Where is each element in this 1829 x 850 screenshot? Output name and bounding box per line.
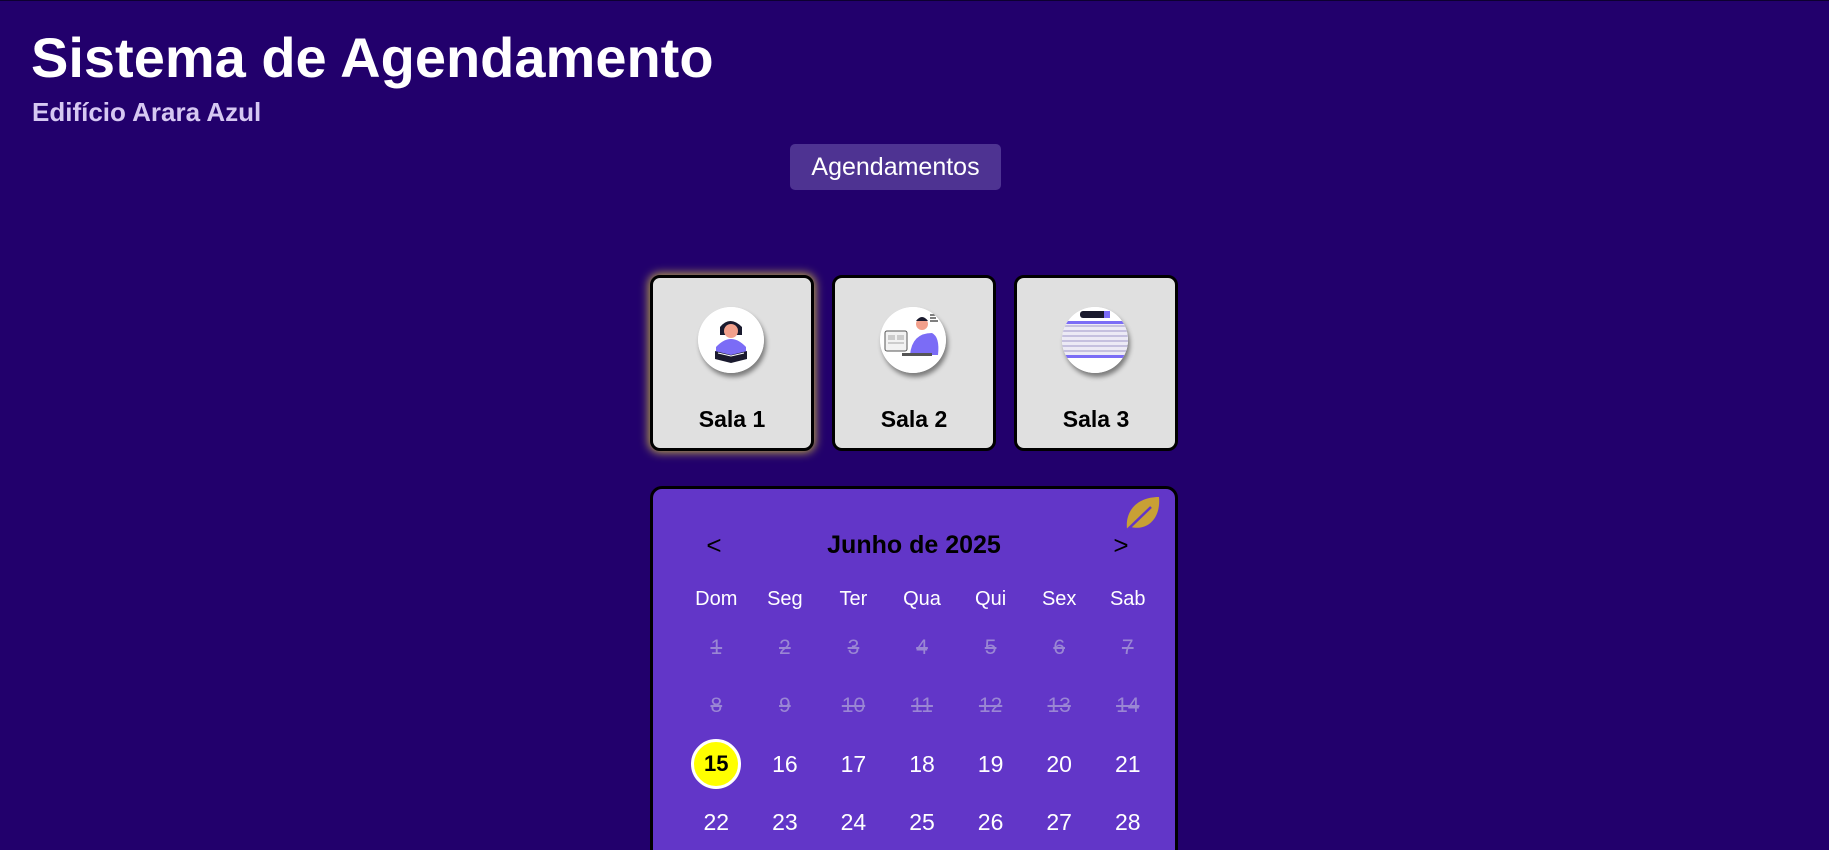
- week-row: 15 16 17 18 19 20 21: [682, 735, 1162, 793]
- day-number: 24: [840, 808, 867, 835]
- room-selector: Sala 1 Sala 2 Sala 3: [650, 275, 1178, 453]
- building-subtitle: Edifício Arara Azul: [32, 97, 262, 127]
- calendar-day[interactable]: 28: [1093, 793, 1162, 850]
- notebook-pen-icon: [1062, 307, 1128, 373]
- calendar-day: 1: [682, 619, 751, 677]
- room-label: Sala 1: [698, 406, 766, 432]
- day-number: 16: [772, 750, 798, 777]
- day-number: 22: [703, 808, 730, 835]
- week-row: 1 2 3 4 5 6 7: [682, 619, 1162, 677]
- day-number: 12: [978, 694, 1003, 717]
- calendar-day[interactable]: 19: [956, 735, 1025, 793]
- day-number: 2: [779, 636, 791, 659]
- calendar-day[interactable]: 18: [888, 735, 957, 793]
- day-number: 6: [1053, 636, 1066, 659]
- calendar: < Junho de 2025 > Dom Seg Ter Qua Qui Se…: [650, 486, 1178, 850]
- calendar-day: 8: [682, 677, 751, 735]
- room-card-sala-3[interactable]: Sala 3: [1014, 275, 1178, 451]
- day-number: 26: [977, 808, 1004, 835]
- calendar-day-today[interactable]: 15: [682, 735, 751, 793]
- person-reading-icon: [698, 307, 764, 373]
- calendar-day: 11: [888, 677, 957, 735]
- calendar-day[interactable]: 25: [888, 793, 957, 850]
- day-number: 3: [847, 636, 860, 659]
- page-title: Sistema de Agendamento: [31, 26, 714, 89]
- day-number: 13: [1047, 694, 1071, 717]
- calendar-day[interactable]: 27: [1025, 793, 1094, 850]
- day-number: 4: [916, 636, 928, 659]
- calendar-day: 5: [956, 619, 1025, 677]
- calendar-day[interactable]: 26: [956, 793, 1025, 850]
- calendar-day: 10: [819, 677, 888, 735]
- room-label: Sala 3: [1062, 406, 1130, 432]
- calendar-day: 4: [888, 619, 957, 677]
- agendamentos-button[interactable]: Agendamentos: [790, 144, 1001, 190]
- month-label: Junho de 2025: [827, 531, 1001, 559]
- day-number: 9: [779, 694, 791, 717]
- day-number: 14: [1116, 694, 1140, 717]
- weekday-seg: Seg: [767, 588, 803, 610]
- calendar-day: 6: [1025, 619, 1094, 677]
- day-number: 5: [984, 636, 997, 659]
- room-card-sala-2[interactable]: Sala 2: [832, 275, 996, 451]
- weekday-ter: Ter: [839, 588, 868, 610]
- room-label: Sala 2: [880, 406, 948, 432]
- calendar-day[interactable]: 17: [819, 735, 888, 793]
- day-number: 21: [1114, 750, 1141, 777]
- weekday-row: Dom Seg Ter Qua Qui Sex Sab: [682, 579, 1162, 619]
- day-number: 19: [977, 750, 1004, 777]
- day-number: 28: [1114, 808, 1141, 835]
- day-number: 1: [710, 636, 723, 659]
- week-row: 22 23 24 25 26 27 28: [682, 793, 1162, 850]
- day-number: 20: [1046, 750, 1072, 777]
- weekday-dom: Dom: [695, 588, 738, 610]
- calendar-day: 14: [1093, 677, 1162, 735]
- day-number: 7: [1121, 636, 1134, 659]
- room-card-sala-1[interactable]: Sala 1: [650, 275, 814, 451]
- calendar-day: 3: [819, 619, 888, 677]
- calendar-day: 13: [1025, 677, 1094, 735]
- calendar-day[interactable]: 24: [819, 793, 888, 850]
- day-number: 17: [840, 750, 867, 777]
- next-month-button[interactable]: >: [1101, 525, 1141, 565]
- calendar-day: 2: [751, 619, 820, 677]
- calendar-day[interactable]: 21: [1093, 735, 1162, 793]
- weekday-qui: Qui: [975, 588, 1007, 610]
- person-at-computer-icon: [880, 307, 946, 373]
- calendar-day[interactable]: 20: [1025, 735, 1094, 793]
- calendar-grid: Dom Seg Ter Qua Qui Sex Sab 1 2 3 4 5 6 7 8 9 10 1…: [682, 579, 1162, 850]
- calendar-day[interactable]: 16: [751, 735, 820, 793]
- day-number: 11: [911, 694, 933, 717]
- week-row: 8 9 10 11 12 13 14: [682, 677, 1162, 735]
- calendar-day: 12: [956, 677, 1025, 735]
- weekday-sab: Sab: [1109, 588, 1146, 610]
- weekday-qua: Qua: [903, 588, 941, 610]
- calendar-day: 9: [751, 677, 820, 735]
- day-number: 25: [909, 808, 935, 835]
- day-number: 10: [841, 694, 866, 717]
- day-number: 15: [691, 739, 742, 789]
- weekday-sex: Sex: [1041, 588, 1077, 610]
- day-number: 27: [1046, 808, 1072, 835]
- calendar-header: < Junho de 2025 >: [653, 525, 1175, 565]
- day-number: 18: [909, 750, 935, 777]
- calendar-day: 7: [1093, 619, 1162, 677]
- day-number: 23: [772, 808, 798, 835]
- calendar-day[interactable]: 22: [682, 793, 751, 850]
- calendar-day[interactable]: 23: [751, 793, 820, 850]
- app-header: Sistema de Agendamento Edifício Arara Az…: [0, 1, 1829, 211]
- day-number: 8: [710, 694, 723, 717]
